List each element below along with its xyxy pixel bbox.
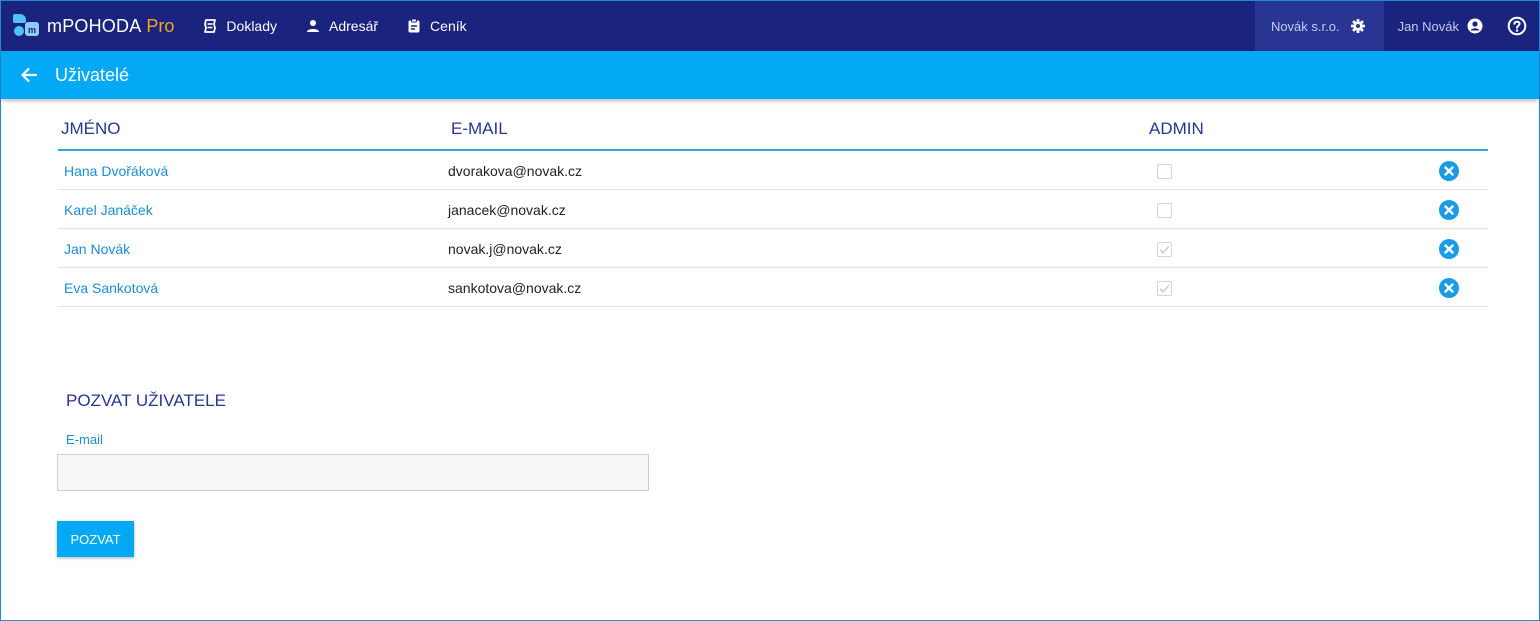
- column-header-name[interactable]: JMÉNO: [61, 119, 121, 139]
- email-field-label: E-mail: [66, 432, 103, 447]
- logo-icon: m: [13, 12, 41, 40]
- user-name-link[interactable]: Hana Dvořáková: [64, 163, 168, 179]
- company-name: Novák s.r.o.: [1270, 18, 1340, 34]
- email-field[interactable]: [57, 454, 649, 491]
- arrow-left-icon[interactable]: [19, 65, 39, 85]
- user-name-link[interactable]: Eva Sankotová: [64, 280, 158, 296]
- page-title: Uživatelé: [55, 64, 130, 85]
- invite-button[interactable]: POZVAT: [57, 521, 134, 557]
- close-circle-icon[interactable]: [1439, 161, 1459, 181]
- user-email: janacek@novak.cz: [448, 202, 566, 218]
- users-table: JMÉNO E-MAIL ADMIN Hana Dvořáková dvorak…: [58, 101, 1488, 307]
- nav-item-doklady[interactable]: Doklady: [202, 18, 277, 34]
- top-navbar: m mPOHODA Pro Doklady Adresář Ceník Nová…: [1, 1, 1539, 51]
- user-name-link[interactable]: Karel Janáček: [64, 202, 153, 218]
- table-row: Jan Novák novak.j@novak.cz: [58, 229, 1488, 268]
- admin-checkbox[interactable]: [1157, 242, 1172, 257]
- close-circle-icon[interactable]: [1439, 200, 1459, 220]
- gear-icon: [1350, 19, 1365, 33]
- brand[interactable]: m mPOHODA Pro: [13, 1, 174, 51]
- person-icon: [307, 20, 320, 32]
- check-icon: [1159, 245, 1170, 254]
- user-menu[interactable]: Jan Novák: [1384, 18, 1501, 34]
- app-name: mPOHODA: [47, 15, 142, 36]
- clipboard-icon: [408, 18, 420, 33]
- user-email: sankotova@novak.cz: [448, 280, 582, 296]
- nav-item-label: Doklady: [226, 18, 278, 34]
- nav-item-label: Adresář: [329, 18, 379, 34]
- user-name: Jan Novák: [1397, 18, 1459, 34]
- navbar-right: Novák s.r.o. Jan Novák: [1254, 1, 1539, 51]
- help-icon[interactable]: [1507, 16, 1527, 36]
- page-header: Uživatelé: [1, 51, 1539, 99]
- check-icon: [1159, 284, 1170, 293]
- column-header-admin[interactable]: ADMIN: [1149, 119, 1204, 139]
- invite-section-title: POZVAT UŽIVATELE: [66, 391, 226, 410]
- user-name-link[interactable]: Jan Novák: [64, 241, 130, 257]
- app-edition: Pro: [146, 15, 175, 36]
- receipt-icon: [204, 19, 217, 33]
- table-row: Karel Janáček janacek@novak.cz: [58, 190, 1488, 229]
- close-circle-icon[interactable]: [1439, 239, 1459, 259]
- nav-item-adresar[interactable]: Adresář: [305, 18, 378, 34]
- close-circle-icon[interactable]: [1439, 278, 1459, 298]
- table-row: Hana Dvořáková dvorakova@novak.cz: [58, 151, 1488, 190]
- admin-checkbox[interactable]: [1157, 164, 1172, 179]
- user-email: dvorakova@novak.cz: [448, 163, 583, 179]
- nav-item-cenik[interactable]: Ceník: [406, 18, 467, 34]
- user-email: novak.j@novak.cz: [448, 241, 562, 257]
- company-selector[interactable]: Novák s.r.o.: [1254, 1, 1384, 51]
- nav-item-label: Ceník: [430, 18, 467, 34]
- column-header-email[interactable]: E-MAIL: [451, 119, 508, 139]
- admin-checkbox[interactable]: [1157, 281, 1172, 296]
- table-header: JMÉNO E-MAIL ADMIN: [58, 101, 1488, 151]
- table-row: Eva Sankotová sankotova@novak.cz: [58, 268, 1488, 307]
- admin-checkbox[interactable]: [1157, 203, 1172, 218]
- account-circle-icon: [1467, 18, 1483, 34]
